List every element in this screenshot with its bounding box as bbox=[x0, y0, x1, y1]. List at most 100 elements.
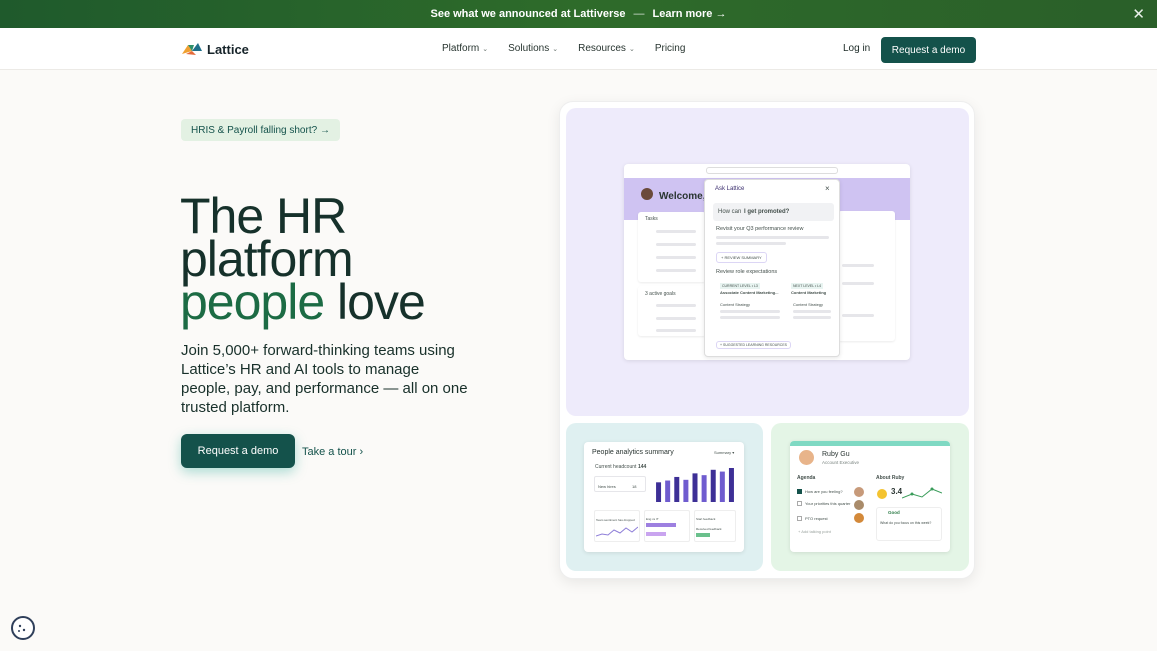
ask-lattice-title: Ask Lattice bbox=[715, 186, 745, 192]
learn-more-link[interactable]: Learn more → bbox=[653, 8, 727, 20]
new-hires-value: 18 bbox=[632, 484, 637, 489]
current-level-tag: CURRENT LEVEL • L3 bbox=[720, 283, 760, 289]
goal-row bbox=[656, 329, 696, 332]
sentiment-sparkline bbox=[596, 526, 638, 537]
text-line bbox=[793, 316, 831, 319]
profile-accent bbox=[790, 441, 950, 446]
checkbox[interactable] bbox=[797, 489, 802, 494]
nav-platform[interactable]: Platform ⌄ bbox=[442, 43, 488, 54]
headline-highlight: people bbox=[180, 274, 325, 330]
task-row bbox=[656, 243, 696, 246]
headcount-value: 144 bbox=[638, 464, 647, 470]
headcount-bar-chart bbox=[656, 468, 734, 502]
nav-solutions[interactable]: Solutions ⌄ bbox=[508, 43, 558, 54]
announcement-dash: — bbox=[633, 8, 645, 20]
avatar bbox=[641, 188, 653, 200]
task-row bbox=[656, 230, 696, 233]
headcount-bar bbox=[710, 469, 716, 502]
sentiment-score: 3.4 bbox=[891, 487, 903, 496]
expectations-text: Review role expectations bbox=[716, 269, 778, 275]
ask-lattice-panel: Ask Lattice × How can I get promoted? Re… bbox=[704, 179, 840, 357]
new-hires-label: New hires bbox=[598, 484, 616, 489]
feedback-card bbox=[694, 510, 736, 542]
goal-row bbox=[656, 304, 696, 307]
next-role: Content Marketing bbox=[791, 290, 827, 295]
nav-solutions-label: Solutions bbox=[508, 43, 550, 54]
current-role: Associate Content Marketing... bbox=[720, 290, 779, 295]
comparison-text: Eng vs IT bbox=[646, 517, 659, 521]
smile-icon bbox=[877, 489, 887, 499]
headcount-bar bbox=[701, 475, 707, 502]
review-text: Revisit your Q3 performance review bbox=[716, 226, 804, 232]
comparison-bar bbox=[646, 532, 666, 536]
take-tour-link[interactable]: Take a tour › bbox=[302, 446, 363, 458]
learning-resources-chip[interactable]: + SUGGESTED LEARNING RESOURCES bbox=[716, 341, 792, 349]
text-line bbox=[720, 310, 780, 313]
goal-row bbox=[656, 317, 696, 320]
agenda-item: Your priorities this quarter bbox=[805, 501, 851, 506]
request-demo-nav-button[interactable]: Request a demo bbox=[881, 37, 976, 63]
review-summary-chip[interactable]: + REVIEW SUMMARY bbox=[716, 252, 767, 263]
logo[interactable]: Lattice bbox=[181, 41, 249, 57]
close-icon[interactable]: ✕ bbox=[1132, 5, 1145, 23]
add-talking-point[interactable]: + Add talking point bbox=[798, 529, 831, 534]
question-prefix: How can bbox=[718, 209, 742, 215]
headcount-bar bbox=[719, 471, 725, 502]
headcount-bar bbox=[728, 468, 734, 502]
avatar bbox=[854, 513, 864, 523]
strategy-a: Content Strategy bbox=[720, 302, 751, 307]
summary-dropdown[interactable]: Summary ▾ bbox=[714, 450, 734, 455]
login-link[interactable]: Log in bbox=[843, 43, 870, 54]
chevron-down-icon: ⌄ bbox=[552, 46, 559, 53]
avatar bbox=[799, 450, 814, 465]
right-card bbox=[838, 211, 895, 341]
about-title: About Ruby bbox=[876, 475, 905, 481]
analytics-mock: People analytics summary Summary ▾ Curre… bbox=[584, 442, 744, 552]
text-line bbox=[793, 310, 831, 313]
hris-pill-link[interactable]: HRIS & Payroll falling short? → bbox=[181, 119, 340, 141]
score-trend bbox=[902, 487, 942, 499]
comparison-bar bbox=[646, 523, 676, 527]
checkbox[interactable] bbox=[797, 501, 802, 506]
right-row bbox=[842, 314, 874, 317]
tasks-title: Tasks bbox=[645, 216, 658, 222]
strategy-b: Content Strategy bbox=[793, 302, 824, 307]
agenda-item: PTO request bbox=[805, 516, 828, 521]
profile-role: Account Executive bbox=[822, 460, 860, 465]
announcement-bar: See what we announced at Lattiverse — Le… bbox=[0, 0, 1157, 28]
focus-question: What do you focus on this week? bbox=[880, 521, 932, 525]
close-icon[interactable]: × bbox=[825, 184, 830, 193]
analytics-title: People analytics summary bbox=[592, 449, 674, 456]
hero-subtext: Join 5,000+ forward-thinking teams using… bbox=[181, 342, 468, 416]
headcount-label: Current headcount bbox=[595, 464, 637, 470]
next-level-tag: NEXT LEVEL • L4 bbox=[791, 283, 824, 289]
announcement-text: See what we announced at Lattiverse bbox=[430, 8, 626, 20]
text-line bbox=[720, 316, 780, 319]
agenda-title: Agenda bbox=[797, 475, 816, 481]
question-bold: I get promoted? bbox=[744, 209, 790, 215]
cookie-icon[interactable] bbox=[11, 616, 35, 640]
checkbox[interactable] bbox=[797, 516, 802, 521]
nav-pricing[interactable]: Pricing bbox=[655, 43, 686, 54]
logo-wordmark: Lattice bbox=[207, 41, 249, 57]
sentiment-text: Team sentiment has dropped bbox=[596, 518, 635, 522]
nav-resources[interactable]: Resources ⌄ bbox=[578, 43, 635, 54]
app-search-bar bbox=[706, 167, 838, 174]
task-row bbox=[656, 256, 696, 259]
right-row bbox=[842, 264, 874, 267]
lattice-logo-icon bbox=[181, 41, 203, 57]
headcount-bar bbox=[656, 482, 662, 502]
received-feedback-text: Received feedback bbox=[696, 527, 722, 531]
headline-end: love bbox=[324, 274, 426, 330]
nav-platform-label: Platform bbox=[442, 43, 480, 54]
goals-title: 3 active goals bbox=[645, 291, 676, 297]
profile-name: Ruby Gu bbox=[822, 451, 850, 458]
hero-headline: The HR platform people love bbox=[180, 191, 560, 327]
request-demo-button[interactable]: Request a demo bbox=[181, 434, 295, 468]
headcount-bar bbox=[692, 473, 698, 502]
nav-resources-label: Resources bbox=[578, 43, 626, 54]
task-row bbox=[656, 269, 696, 272]
agenda-item: How are you feeling? bbox=[805, 489, 843, 494]
top-nav: Lattice Platform ⌄ Solutions ⌄ Resources ⌄ … bbox=[0, 28, 1157, 70]
feedback-text: Start feedback bbox=[696, 517, 716, 521]
